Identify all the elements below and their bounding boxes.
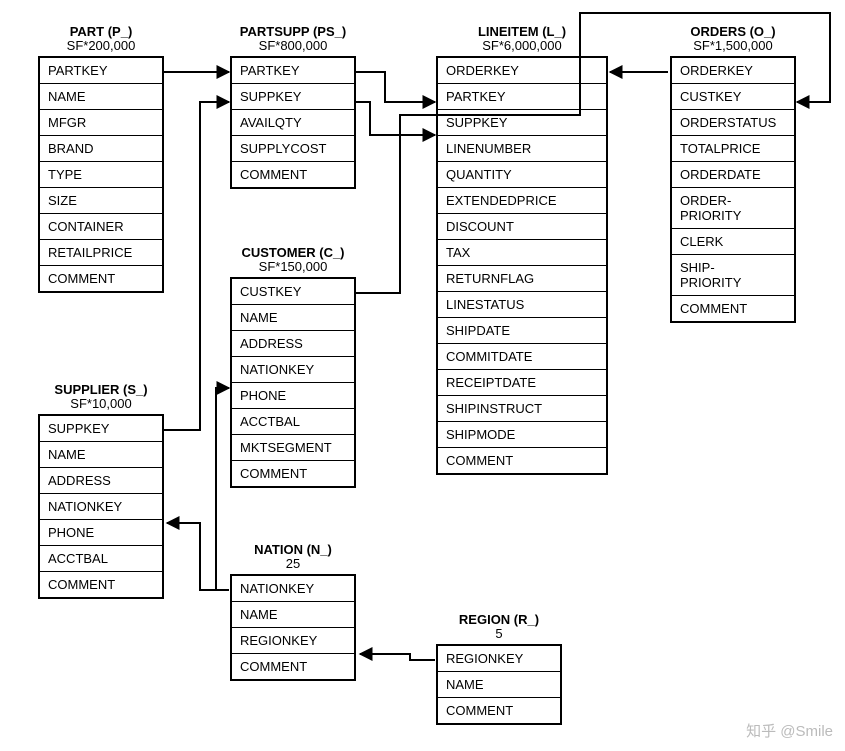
- field-cell: NAME: [232, 305, 354, 331]
- field-cell: COMMENT: [438, 448, 606, 473]
- field-cell: COMMENT: [40, 266, 162, 291]
- field-cell: NATIONKEY: [232, 357, 354, 383]
- table-subtitle: SF*10,000: [38, 397, 164, 411]
- table-title: ORDERS (O_): [670, 25, 796, 39]
- field-cell: ADDRESS: [232, 331, 354, 357]
- table-fields: REGIONKEY NAME COMMENT: [436, 644, 562, 725]
- field-cell: REGIONKEY: [438, 646, 560, 672]
- field-cell: PARTKEY: [40, 58, 162, 84]
- field-cell: NATIONKEY: [40, 494, 162, 520]
- field-cell: COMMENT: [40, 572, 162, 597]
- field-cell: PHONE: [40, 520, 162, 546]
- table-title: REGION (R_): [436, 613, 562, 627]
- watermark: 知乎 @Smile: [746, 720, 833, 741]
- field-cell: SUPPLYCOST: [232, 136, 354, 162]
- field-cell: SUPPKEY: [40, 416, 162, 442]
- field-cell: COMMENT: [672, 296, 794, 321]
- table-fields: NATIONKEY NAME REGIONKEY COMMENT: [230, 574, 356, 681]
- table-partsupp: PARTSUPP (PS_) SF*800,000 PARTKEY SUPPKE…: [230, 25, 356, 189]
- field-cell: BRAND: [40, 136, 162, 162]
- field-cell: SUPPKEY: [232, 84, 354, 110]
- table-part: PART (P_) SF*200,000 PARTKEY NAME MFGR B…: [38, 25, 164, 293]
- field-cell: ADDRESS: [40, 468, 162, 494]
- table-title: SUPPLIER (S_): [38, 383, 164, 397]
- field-cell: DISCOUNT: [438, 214, 606, 240]
- field-cell: SHIPINSTRUCT: [438, 396, 606, 422]
- field-cell: CUSTKEY: [232, 279, 354, 305]
- field-cell: COMMITDATE: [438, 344, 606, 370]
- field-cell: CUSTKEY: [672, 84, 794, 110]
- table-fields: ORDERKEY CUSTKEY ORDERSTATUS TOTALPRICE …: [670, 56, 796, 323]
- field-cell: NAME: [232, 602, 354, 628]
- field-cell: NAME: [40, 84, 162, 110]
- table-subtitle: SF*200,000: [38, 39, 164, 53]
- field-cell: NAME: [40, 442, 162, 468]
- table-fields: PARTKEY SUPPKEY AVAILQTY SUPPLYCOST COMM…: [230, 56, 356, 189]
- field-cell: ACCTBAL: [232, 409, 354, 435]
- field-cell: CLERK: [672, 229, 794, 255]
- field-cell: COMMENT: [232, 654, 354, 679]
- table-nation: NATION (N_) 25 NATIONKEY NAME REGIONKEY …: [230, 543, 356, 681]
- table-fields: ORDERKEY PARTKEY SUPPKEY LINENUMBER QUAN…: [436, 56, 608, 475]
- field-cell: SHIPDATE: [438, 318, 606, 344]
- table-fields: PARTKEY NAME MFGR BRAND TYPE SIZE CONTAI…: [38, 56, 164, 293]
- table-subtitle: SF*150,000: [230, 260, 356, 274]
- field-cell: ORDERDATE: [672, 162, 794, 188]
- field-cell: NAME: [438, 672, 560, 698]
- table-subtitle: SF*1,500,000: [670, 39, 796, 53]
- table-fields: CUSTKEY NAME ADDRESS NATIONKEY PHONE ACC…: [230, 277, 356, 488]
- field-cell: ORDERKEY: [672, 58, 794, 84]
- field-cell: SHIPMODE: [438, 422, 606, 448]
- field-cell: TOTALPRICE: [672, 136, 794, 162]
- table-fields: SUPPKEY NAME ADDRESS NATIONKEY PHONE ACC…: [38, 414, 164, 599]
- table-title: PART (P_): [38, 25, 164, 39]
- schema-diagram: PART (P_) SF*200,000 PARTKEY NAME MFGR B…: [0, 0, 845, 751]
- field-cell: SIZE: [40, 188, 162, 214]
- field-cell: SUPPKEY: [438, 110, 606, 136]
- field-cell: PHONE: [232, 383, 354, 409]
- field-cell: NATIONKEY: [232, 576, 354, 602]
- field-cell: ORDER- PRIORITY: [672, 188, 794, 229]
- field-cell: LINENUMBER: [438, 136, 606, 162]
- field-cell: CONTAINER: [40, 214, 162, 240]
- field-cell: REGIONKEY: [232, 628, 354, 654]
- table-title: CUSTOMER (C_): [230, 246, 356, 260]
- field-cell: ORDERSTATUS: [672, 110, 794, 136]
- field-cell: RETURNFLAG: [438, 266, 606, 292]
- field-cell: PARTKEY: [232, 58, 354, 84]
- field-cell: PARTKEY: [438, 84, 606, 110]
- table-supplier: SUPPLIER (S_) SF*10,000 SUPPKEY NAME ADD…: [38, 383, 164, 599]
- field-cell: MKTSEGMENT: [232, 435, 354, 461]
- table-region: REGION (R_) 5 REGIONKEY NAME COMMENT: [436, 613, 562, 725]
- field-cell: MFGR: [40, 110, 162, 136]
- table-subtitle: 5: [436, 627, 562, 641]
- field-cell: LINESTATUS: [438, 292, 606, 318]
- field-cell: RETAILPRICE: [40, 240, 162, 266]
- table-orders: ORDERS (O_) SF*1,500,000 ORDERKEY CUSTKE…: [670, 25, 796, 323]
- field-cell: ORDERKEY: [438, 58, 606, 84]
- field-cell: ACCTBAL: [40, 546, 162, 572]
- field-cell: SHIP- PRIORITY: [672, 255, 794, 296]
- field-cell: EXTENDEDPRICE: [438, 188, 606, 214]
- table-title: LINEITEM (L_): [436, 25, 608, 39]
- field-cell: QUANTITY: [438, 162, 606, 188]
- table-customer: CUSTOMER (C_) SF*150,000 CUSTKEY NAME AD…: [230, 246, 356, 488]
- table-title: NATION (N_): [230, 543, 356, 557]
- table-subtitle: 25: [230, 557, 356, 571]
- field-cell: COMMENT: [438, 698, 560, 723]
- field-cell: TAX: [438, 240, 606, 266]
- table-title: PARTSUPP (PS_): [230, 25, 356, 39]
- field-cell: COMMENT: [232, 461, 354, 486]
- field-cell: AVAILQTY: [232, 110, 354, 136]
- field-cell: RECEIPTDATE: [438, 370, 606, 396]
- table-subtitle: SF*6,000,000: [436, 39, 608, 53]
- table-subtitle: SF*800,000: [230, 39, 356, 53]
- table-lineitem: LINEITEM (L_) SF*6,000,000 ORDERKEY PART…: [436, 25, 608, 475]
- field-cell: TYPE: [40, 162, 162, 188]
- field-cell: COMMENT: [232, 162, 354, 187]
